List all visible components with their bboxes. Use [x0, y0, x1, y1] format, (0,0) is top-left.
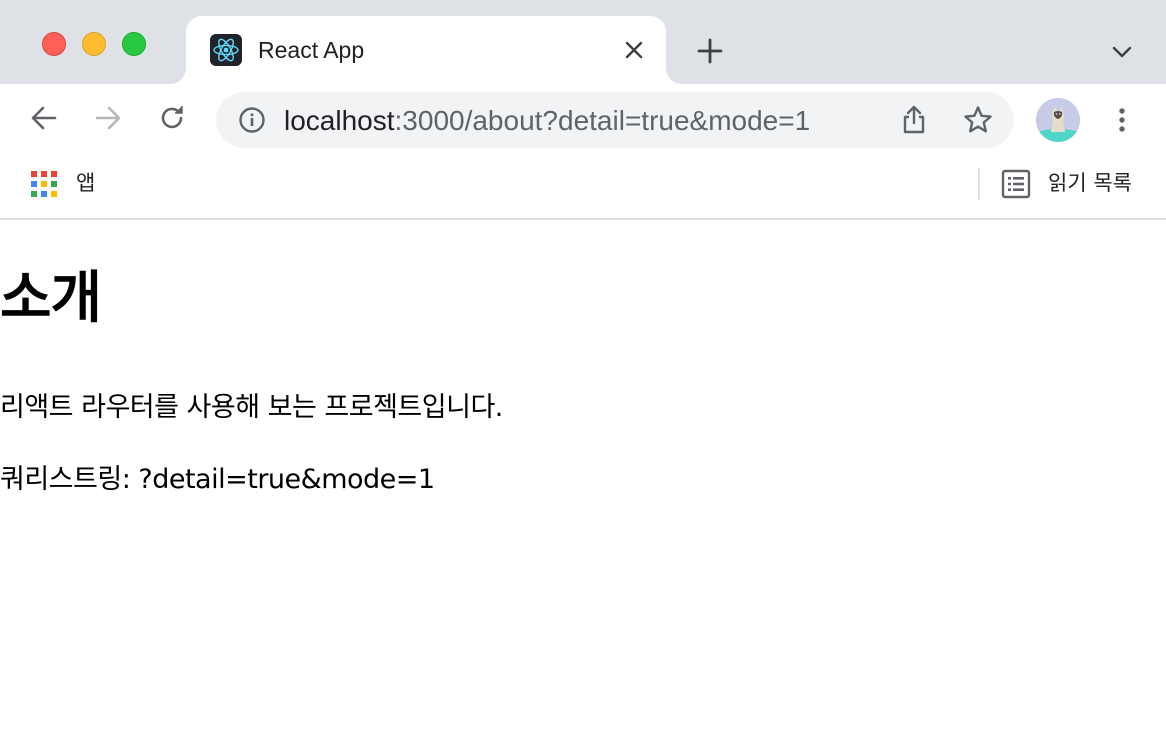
bookmarks-divider — [978, 168, 980, 200]
new-tab-plus-icon[interactable] — [696, 37, 724, 65]
window-zoom-button[interactable] — [122, 32, 146, 56]
reload-icon[interactable] — [156, 102, 188, 134]
page-description: 리액트 라우터를 사용해 보는 프로젝트입니다. — [0, 392, 503, 423]
bookmark-star-icon[interactable] — [962, 104, 994, 136]
address-bar[interactable]: localhost:3000/about?detail=true&mode=1 — [216, 92, 1014, 148]
active-tab[interactable]: React App — [186, 16, 666, 84]
reading-list-icon[interactable] — [1000, 168, 1032, 200]
info-icon[interactable] — [238, 106, 266, 134]
apps-bookmark-label[interactable]: 앱 — [76, 170, 95, 196]
url-text[interactable]: localhost:3000/about?detail=true&mode=1 — [284, 105, 810, 137]
query-string-line: 쿼리스트링: ?detail=true&mode=1 — [0, 462, 435, 498]
page-title: 소개 — [0, 266, 102, 331]
profile-avatar[interactable] — [1036, 98, 1080, 142]
page-content: 소개 리액트 라우터를 사용해 보는 프로젝트입니다. 쿼리스트링: ?deta… — [0, 222, 1166, 750]
query-string-value: ?detail=true&mode=1 — [138, 464, 435, 495]
more-options-icon[interactable] — [1108, 104, 1136, 136]
tab-strip: React App — [0, 0, 1166, 84]
react-logo-icon — [210, 34, 242, 66]
forward-arrow-icon[interactable] — [92, 102, 124, 134]
bookmarks-bar: 앱 읽기 목록 — [0, 156, 1166, 220]
window-minimize-button[interactable] — [82, 32, 106, 56]
tab-title: React App — [258, 37, 365, 63]
query-string-label: 쿼리스트링: — [0, 464, 131, 495]
back-arrow-icon[interactable] — [28, 102, 60, 134]
reading-list-label[interactable]: 읽기 목록 — [1048, 170, 1132, 196]
url-path: :3000/about?detail=true&mode=1 — [394, 105, 811, 136]
close-icon[interactable] — [622, 38, 646, 62]
window-close-button[interactable] — [42, 32, 66, 56]
browser-toolbar: localhost:3000/about?detail=true&mode=1 — [0, 84, 1166, 156]
url-host: localhost — [284, 105, 395, 136]
apps-grid-icon[interactable] — [30, 170, 58, 198]
chevron-down-icon[interactable] — [1110, 40, 1134, 64]
share-icon[interactable] — [900, 104, 928, 136]
